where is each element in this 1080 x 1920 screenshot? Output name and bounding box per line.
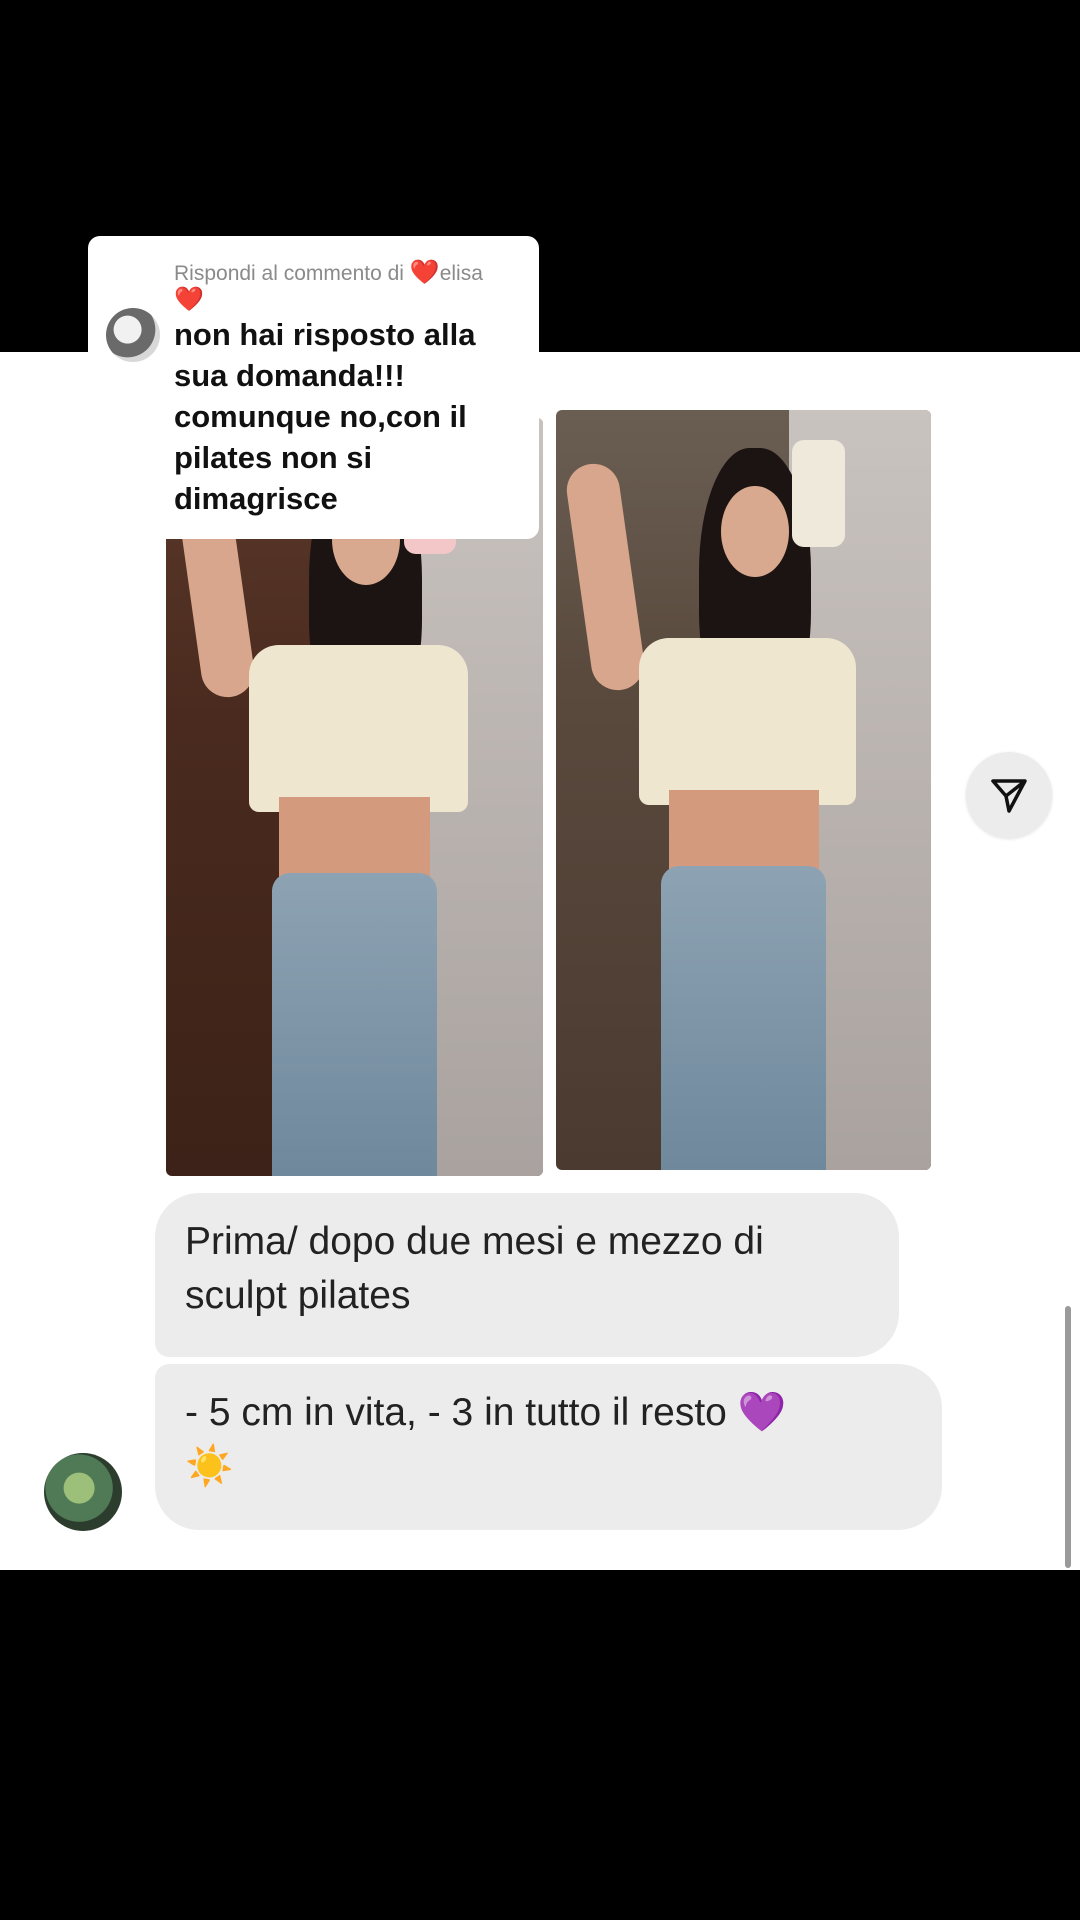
reply-comment-card[interactable]: Rispondi al commento di ❤️elisa ❤️ non h… (88, 236, 539, 539)
share-button[interactable] (966, 752, 1052, 838)
chat-message-text: Prima/ dopo due mesi e mezzo di sculpt p… (185, 1220, 764, 1317)
reply-header: Rispondi al commento di ❤️elisa ❤️ (174, 260, 524, 314)
sun-icon: ☀️ (185, 1445, 234, 1488)
commenter-avatar[interactable] (106, 308, 160, 362)
chat-message-text: - 5 cm in vita, - 3 in tutto il resto (185, 1391, 727, 1434)
sender-avatar[interactable] (44, 1453, 122, 1531)
replied-username[interactable]: elisa (440, 262, 483, 285)
crop-top (638, 638, 856, 806)
purple-heart-icon: 💜 (737, 1391, 787, 1434)
scrollbar[interactable] (1065, 1306, 1071, 1568)
cardigan-top (248, 645, 468, 813)
jeans (271, 872, 438, 1176)
chat-message-bubble: Prima/ dopo due mesi e mezzo di sculpt p… (155, 1193, 899, 1357)
after-photo (556, 410, 931, 1170)
heart-icon: ❤️ (409, 259, 440, 286)
raised-arm (562, 460, 647, 694)
jeans (661, 866, 826, 1170)
chat-message-bubble: - 5 cm in vita, - 3 in tutto il resto 💜 … (155, 1364, 942, 1530)
phone (792, 440, 845, 547)
reply-prefix: Rispondi al commento di (174, 262, 404, 285)
send-icon (991, 779, 1027, 813)
face (721, 486, 789, 578)
heart-icon: ❤️ (174, 286, 204, 313)
reply-comment-text: non hai risposto alla sua domanda!!! com… (174, 317, 476, 516)
